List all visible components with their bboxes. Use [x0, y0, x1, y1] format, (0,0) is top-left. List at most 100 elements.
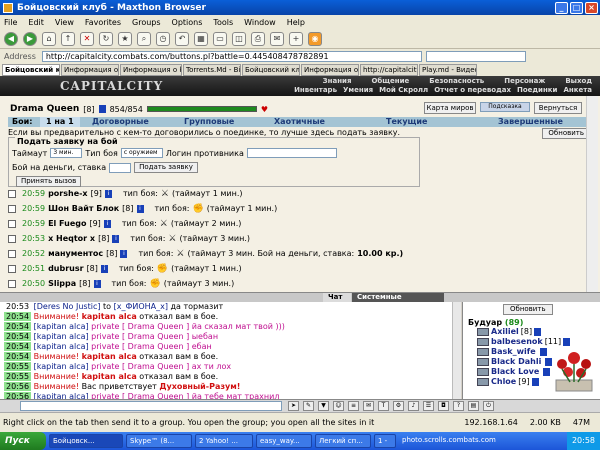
- user-name[interactable]: Bask_wife: [491, 347, 536, 357]
- help-icon[interactable]: ?: [453, 401, 464, 411]
- chat-input[interactable]: [20, 401, 282, 411]
- info-icon[interactable]: [534, 328, 542, 336]
- home-icon[interactable]: ⌂: [42, 31, 56, 46]
- message-part[interactable]: [Deres No Justic]: [34, 302, 101, 311]
- info-icon[interactable]: i: [112, 234, 120, 243]
- nav-transfers[interactable]: Отчет о переводах: [434, 86, 511, 94]
- info-icon[interactable]: i: [120, 249, 128, 258]
- info-icon[interactable]: i: [103, 219, 111, 228]
- menu-favorites[interactable]: Favorites: [85, 18, 121, 27]
- book-icon[interactable]: ▤: [468, 401, 479, 411]
- history-icon[interactable]: ◷: [156, 31, 170, 46]
- maximize-button[interactable]: □: [570, 1, 583, 14]
- user-name[interactable]: balbesenok: [491, 337, 543, 347]
- message-part[interactable]: Духовный-Разум!: [159, 382, 240, 391]
- message-part[interactable]: [kapitan alca]: [34, 392, 92, 399]
- window-icon[interactable]: ▭: [213, 31, 227, 46]
- forward-icon[interactable]: ▶: [23, 31, 37, 46]
- undo-icon[interactable]: ↶: [175, 31, 189, 46]
- message-time[interactable]: 20:53: [4, 302, 31, 311]
- music-icon[interactable]: ♪: [408, 401, 419, 411]
- search-box[interactable]: [425, 50, 526, 62]
- fight-radio[interactable]: [8, 249, 16, 258]
- back-icon[interactable]: ◀: [4, 31, 18, 46]
- nav-knowledge[interactable]: Знания: [323, 77, 352, 85]
- nav-inventory[interactable]: Инвентарь: [294, 86, 337, 94]
- clear-icon[interactable]: ✎: [303, 401, 314, 411]
- nav-character[interactable]: Персонаж: [504, 77, 545, 85]
- users-update-button[interactable]: Обновить: [503, 304, 553, 315]
- message-part[interactable]: kapitan alca: [82, 352, 137, 361]
- tab-5[interactable]: Информация о k...: [301, 63, 359, 76]
- opponent-login-input[interactable]: [246, 148, 337, 158]
- info-icon[interactable]: i: [93, 279, 101, 288]
- tab-2[interactable]: Информация о k...: [120, 63, 182, 76]
- message-time[interactable]: 20:54: [4, 342, 32, 351]
- split-icon[interactable]: ◫: [232, 31, 246, 46]
- nav-scroll[interactable]: Мой Скролл: [379, 86, 428, 94]
- menu-edit[interactable]: Edit: [28, 18, 44, 27]
- nav-communication[interactable]: Общение: [371, 77, 409, 85]
- rss-icon[interactable]: ◉: [308, 31, 322, 46]
- nav-security[interactable]: Безопасность: [429, 77, 484, 85]
- filter-icon[interactable]: ▼: [318, 401, 329, 411]
- fighter-name[interactable]: x Heqtor x: [48, 234, 95, 243]
- message-time[interactable]: 20:54: [4, 332, 32, 341]
- chat-scrollbar[interactable]: [452, 302, 461, 399]
- user-list-item[interactable]: Axiliel [8]: [477, 327, 570, 337]
- type-select[interactable]: с оружием: [120, 148, 163, 158]
- fight-radio[interactable]: [8, 219, 16, 228]
- fight-row[interactable]: 20:59 El Fuego [9] i тип боя: ⚔ (таймаут 2 мин…: [8, 216, 428, 231]
- menu-options[interactable]: Options: [172, 18, 203, 27]
- message-time[interactable]: 20:54: [4, 352, 32, 361]
- message-time[interactable]: 20:55: [4, 362, 32, 371]
- fighter-name[interactable]: dubrusr: [48, 264, 84, 273]
- tab-4[interactable]: Бойцовский клуб: [242, 63, 300, 76]
- tab-chaotic[interactable]: Хаотичные: [264, 117, 366, 127]
- nav-fights[interactable]: Поединки: [517, 86, 557, 94]
- tab-group[interactable]: Групповые: [172, 117, 264, 127]
- fight-row[interactable]: 20:50 Slippa [8] i тип боя: ✊ (таймаут 3 мин.): [8, 276, 428, 291]
- fighter-name[interactable]: porshe-x: [48, 189, 88, 198]
- nav-profile[interactable]: Анкета: [563, 86, 592, 94]
- nav-exit[interactable]: Выход: [565, 77, 592, 85]
- user-list-item[interactable]: balbesenok [11]: [477, 337, 571, 347]
- fight-row[interactable]: 20:51 dubrusr [8] i тип боя: ✊ (таймаут 1 мин.…: [8, 261, 428, 276]
- nav-skills[interactable]: Умения: [343, 86, 373, 94]
- hint-button[interactable]: Подсказка: [480, 102, 530, 112]
- task-browser[interactable]: Бойцовск...: [49, 434, 123, 448]
- menu-window[interactable]: Window: [244, 18, 276, 27]
- message-time[interactable]: 20:54: [4, 322, 32, 331]
- info-icon[interactable]: [563, 338, 571, 346]
- info-icon[interactable]: [98, 105, 106, 113]
- task-other[interactable]: 1 -: [374, 434, 396, 448]
- fight-radio[interactable]: [8, 204, 16, 213]
- fight-row[interactable]: 20:53 x Heqtor x [8] i тип боя: ⚔ (таймаут 3 м…: [8, 231, 428, 246]
- fight-row[interactable]: 20:52 манументос [8] i тип боя: ⚔ (таймаут 3 м…: [8, 246, 428, 261]
- message-part[interactable]: kapitan alca: [82, 372, 137, 381]
- fight-row[interactable]: 20:59 Шон Вайт Блок [8] i тип боя: ✊ (таймаут …: [8, 201, 428, 216]
- message-time[interactable]: 20:56: [4, 382, 32, 391]
- lock-icon[interactable]: ◘: [438, 401, 449, 411]
- exit-icon[interactable]: ⏻: [483, 401, 494, 411]
- stake-input[interactable]: [109, 162, 132, 173]
- scroll-icon[interactable]: ≡: [348, 401, 359, 411]
- settings-icon[interactable]: ⚙: [393, 401, 404, 411]
- message-part[interactable]: [kapitan alca]: [34, 332, 92, 341]
- message-time[interactable]: 20:54: [4, 312, 32, 321]
- message-part[interactable]: [kapitan alca]: [34, 322, 92, 331]
- task-skype[interactable]: Skype™ (8...: [126, 434, 192, 448]
- group-icon[interactable]: ▦: [194, 31, 208, 46]
- fight-radio[interactable]: [8, 279, 16, 288]
- user-name[interactable]: Axiliel: [491, 327, 519, 337]
- renew-button[interactable]: Обновить: [542, 128, 590, 139]
- start-button[interactable]: Пуск: [0, 432, 46, 450]
- translit-icon[interactable]: T: [378, 401, 389, 411]
- url-field[interactable]: http://capitalcity.combats.com/buttons.p…: [41, 50, 422, 62]
- search-icon[interactable]: ⌕: [137, 31, 151, 46]
- info-icon[interactable]: i: [100, 264, 108, 273]
- user-name[interactable]: Chloe: [491, 377, 516, 387]
- mail-icon[interactable]: ✉: [270, 31, 284, 46]
- message-part[interactable]: [kapitan alca]: [34, 342, 92, 351]
- tab-1v1[interactable]: 1 на 1: [40, 117, 80, 127]
